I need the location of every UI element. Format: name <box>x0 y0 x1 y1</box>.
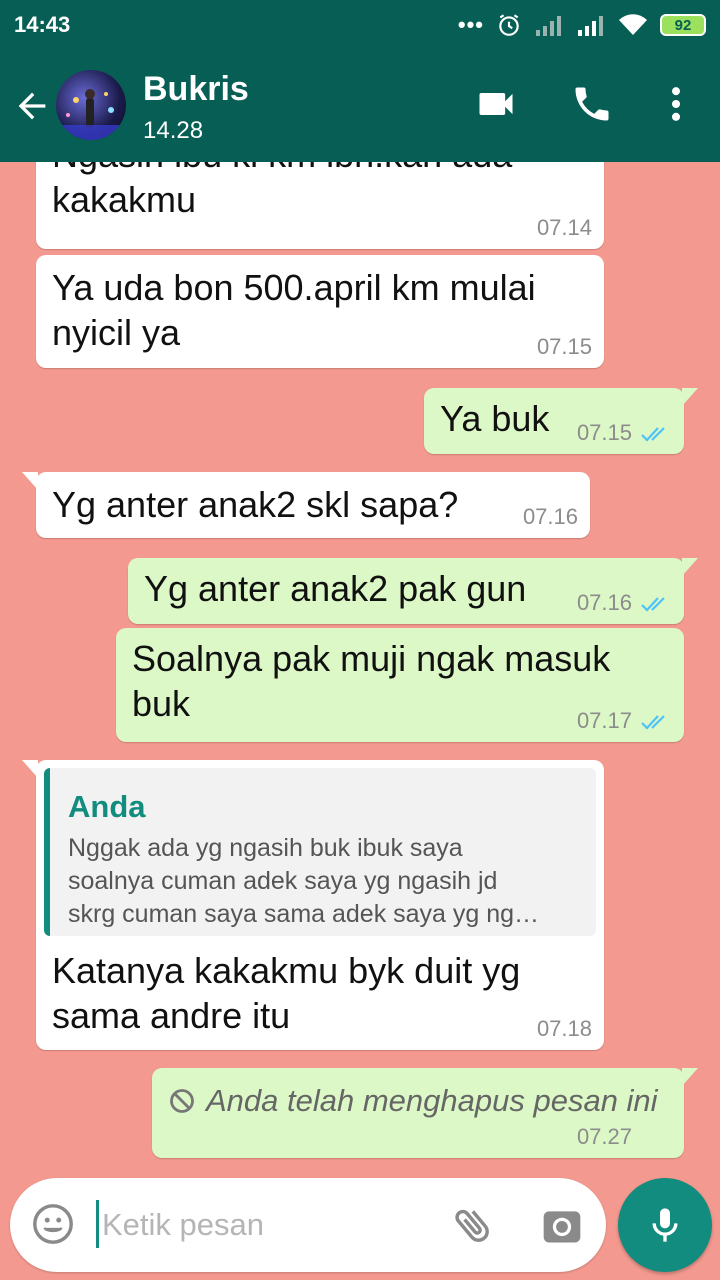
message-time: 07.17 <box>576 708 632 733</box>
status-icons: ••• 92 <box>458 12 706 38</box>
message-bubble-outgoing[interactable]: Yg anter anak2 pak gun 07.16 <box>128 558 698 624</box>
mic-button[interactable] <box>618 1178 712 1272</box>
mic-icon <box>652 1208 678 1242</box>
message-composer <box>10 1178 606 1272</box>
quoted-author: Anda <box>68 789 146 824</box>
chat-header: Bukris 14.28 <box>0 50 720 162</box>
message-bubble-outgoing[interactable]: Ya buk 07.15 <box>424 388 698 454</box>
message-bubble-incoming[interactable]: Yg anter anak2 skl sapa? 07.16 <box>22 472 590 538</box>
message-text: Ya buk <box>440 398 550 439</box>
message-bubble-deleted[interactable]: Anda telah menghapus pesan ini 07.27 <box>152 1068 698 1158</box>
message-text: Yg anter anak2 skl sapa? <box>52 484 459 525</box>
message-line: Katanya kakakmu byk duit yg <box>52 950 521 991</box>
last-seen: 14.28 <box>143 117 204 144</box>
message-time: 07.18 <box>536 1016 592 1041</box>
message-line: kakakmu <box>52 179 197 220</box>
battery-icon: 92 <box>660 14 706 36</box>
message-line: buk <box>132 683 191 724</box>
quoted-line: Nggak ada yg ngasih buk ibuk saya <box>68 834 463 862</box>
status-bar: 14:43 ••• 92 <box>0 0 720 50</box>
message-line: Soalnya pak muji ngak masuk <box>132 638 611 679</box>
back-arrow-icon[interactable] <box>12 86 52 126</box>
signal-icon-1 <box>536 16 561 36</box>
video-call-icon[interactable] <box>474 82 518 126</box>
message-text: Ngasih ibu ki km ibn.kan ada kakakmu <box>52 162 512 222</box>
message-time: 07.15 <box>536 334 592 359</box>
message-line: nyicil ya <box>52 312 181 353</box>
double-check-icon <box>641 715 665 730</box>
message-time: 07.16 <box>522 504 578 529</box>
signal-icon-2 <box>578 16 603 36</box>
wifi-icon <box>619 14 647 35</box>
avatar-image <box>56 89 126 140</box>
text-cursor <box>96 1200 99 1248</box>
message-input[interactable] <box>102 1200 432 1250</box>
deleted-message: Anda telah menghapus pesan ini <box>168 1078 658 1123</box>
message-line: Ngasih ibu ki km ibn.kan ada <box>52 162 512 177</box>
message-bubble-incoming[interactable]: Ngasih ibu ki km ibn.kan ada kakakmu 07.… <box>36 162 604 249</box>
message-bubble-incoming-reply[interactable]: Anda Nggak ada yg ngasih buk ibuk saya s… <box>22 760 604 1050</box>
double-check-icon <box>641 427 665 442</box>
camera-icon[interactable] <box>540 1204 584 1248</box>
paperclip-icon[interactable] <box>450 1202 496 1248</box>
message-line: sama andre itu <box>52 995 291 1036</box>
battery-level: 92 <box>674 16 692 34</box>
emoji-icon[interactable] <box>30 1201 76 1247</box>
contact-name[interactable]: Bukris <box>143 70 249 109</box>
quoted-message[interactable]: Anda Nggak ada yg ngasih buk ibuk saya s… <box>44 768 596 936</box>
message-text: Katanya kakakmu byk duit yg sama andre i… <box>52 948 520 1038</box>
notification-dots-icon: ••• <box>457 12 484 37</box>
message-time: 07.16 <box>576 590 632 615</box>
double-check-icon <box>641 597 665 612</box>
quoted-text: Nggak ada yg ngasih buk ibuk saya soalny… <box>68 832 588 931</box>
more-vert-icon[interactable] <box>654 82 698 126</box>
message-time: 07.14 <box>536 215 592 240</box>
message-time: 07.27 <box>576 1124 632 1149</box>
phone-icon[interactable] <box>570 82 614 126</box>
message-list[interactable]: Ngasih ibu ki km ibn.kan ada kakakmu 07.… <box>0 162 720 1168</box>
status-time: 14:43 <box>14 12 71 37</box>
avatar[interactable] <box>56 70 126 140</box>
deleted-text: Anda telah menghapus pesan ini <box>206 1083 658 1118</box>
alarm-icon <box>499 14 519 36</box>
message-time: 07.15 <box>576 420 632 445</box>
message-text: Ya uda bon 500.april km mulai nyicil ya <box>52 265 536 355</box>
message-bubble-outgoing[interactable]: Soalnya pak muji ngak masuk buk 07.17 <box>116 628 684 742</box>
message-text: Yg anter anak2 pak gun <box>144 568 527 609</box>
message-text: Soalnya pak muji ngak masuk buk <box>132 636 610 726</box>
quoted-line: soalnya cuman adek saya yg ngasih jd <box>68 867 498 895</box>
quoted-line: skrg cuman saya sama adek saya yg ng… <box>68 900 540 928</box>
blocked-icon <box>170 1088 194 1113</box>
message-line: Ya uda bon 500.april km mulai <box>52 267 536 308</box>
message-bubble-incoming[interactable]: Ya uda bon 500.april km mulai nyicil ya … <box>36 255 604 368</box>
